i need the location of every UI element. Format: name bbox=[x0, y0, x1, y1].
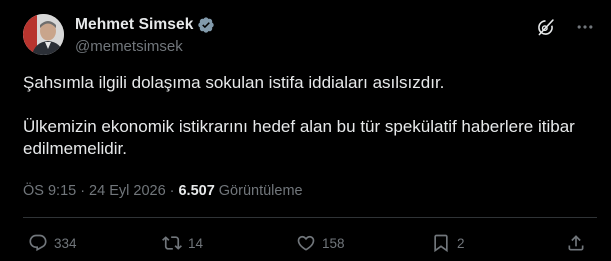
tweet-paragraph: Ülkemizin ekonomik istikrarını hedef ala… bbox=[23, 117, 575, 158]
reply-count: 334 bbox=[54, 235, 77, 251]
avatar[interactable] bbox=[23, 14, 64, 55]
retweet-count: 14 bbox=[188, 235, 204, 251]
share-button[interactable] bbox=[566, 232, 586, 254]
tweet-text: Şahsımla ilgili dolaşıma sokulan istifa … bbox=[23, 72, 583, 182]
reply-icon bbox=[29, 234, 47, 252]
avatar-image bbox=[23, 14, 64, 55]
meta-separator: · bbox=[80, 183, 86, 199]
reply-button[interactable]: 334 bbox=[28, 232, 77, 254]
retweet-icon bbox=[162, 236, 182, 250]
tweet-card: Mehmet Simsek @memetsimsek Şahsımla ilgi… bbox=[0, 0, 611, 261]
action-bar: 334 14 158 2 bbox=[28, 232, 588, 254]
tweet-paragraph: Şahsımla ilgili dolaşıma sokulan istifa … bbox=[23, 73, 445, 92]
display-name[interactable]: Mehmet Simsek bbox=[75, 16, 193, 34]
author-block: Mehmet Simsek @memetsimsek bbox=[75, 15, 215, 55]
bookmark-count: 2 bbox=[457, 235, 465, 251]
verified-badge-icon[interactable] bbox=[197, 16, 215, 34]
views-label[interactable]: Görüntüleme bbox=[219, 183, 303, 199]
more-icon[interactable] bbox=[574, 16, 596, 38]
handle[interactable]: @memetsimsek bbox=[75, 38, 215, 55]
retweet-button[interactable]: 14 bbox=[162, 232, 203, 254]
like-button[interactable]: 158 bbox=[296, 232, 345, 254]
bookmark-icon bbox=[434, 234, 448, 253]
top-actions bbox=[534, 16, 596, 38]
tweet-date[interactable]: 24 Eyl 2026 bbox=[89, 183, 166, 199]
tweet-meta: ÖS 9:15 · 24 Eyl 2026 · 6.507 Görüntülem… bbox=[23, 183, 303, 199]
divider bbox=[23, 217, 597, 218]
views-count[interactable]: 6.507 bbox=[178, 183, 214, 199]
like-count: 158 bbox=[322, 235, 345, 251]
name-row: Mehmet Simsek bbox=[75, 15, 215, 35]
bookmark-button[interactable]: 2 bbox=[431, 232, 465, 254]
tweet-time[interactable]: ÖS 9:15 bbox=[23, 183, 76, 199]
grok-icon[interactable] bbox=[534, 16, 556, 38]
like-icon bbox=[297, 235, 315, 251]
meta-separator: · bbox=[169, 183, 175, 199]
share-icon bbox=[568, 235, 584, 251]
